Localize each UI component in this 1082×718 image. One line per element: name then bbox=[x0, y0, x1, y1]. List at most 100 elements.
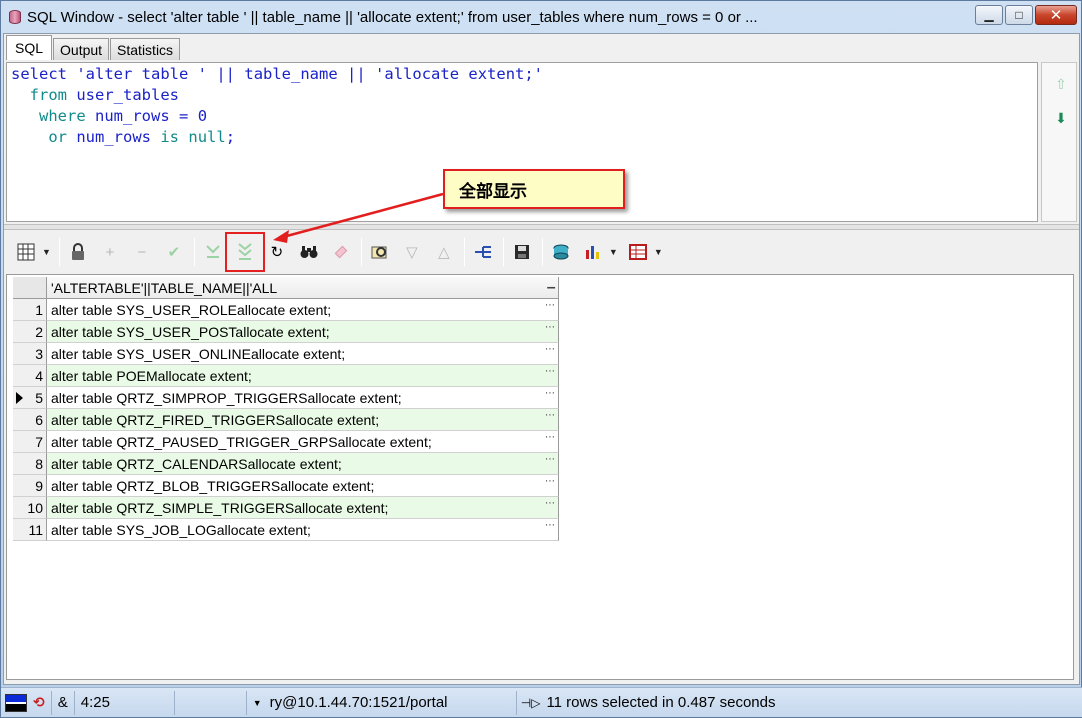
export-icon[interactable] bbox=[549, 240, 573, 264]
maximize-button[interactable]: □ bbox=[1005, 5, 1033, 25]
table-export-icon[interactable] bbox=[626, 240, 650, 264]
row-number-label: 4 bbox=[35, 367, 43, 384]
title-bar[interactable]: SQL Window - select 'alter table ' || ta… bbox=[1, 1, 1081, 33]
grid-cell[interactable]: alter table QRTZ_BLOB_TRIGGERSallocate e… bbox=[47, 475, 559, 497]
cell-editor-icon[interactable]: ⋯ bbox=[545, 476, 555, 487]
tab-statistics[interactable]: Statistics bbox=[110, 38, 181, 60]
table-row[interactable]: 8 alter table QRTZ_CALENDARSallocate exte… bbox=[13, 453, 560, 475]
minimize-button[interactable]: ▁ bbox=[975, 5, 1003, 25]
grid-icon[interactable] bbox=[14, 240, 38, 264]
delete-record-icon[interactable]: − bbox=[130, 240, 154, 264]
row-number[interactable]: 1 bbox=[13, 299, 47, 321]
table-row[interactable]: 10 alter table QRTZ_SIMPLE_TRIGGERSalloca… bbox=[13, 497, 560, 519]
table-row[interactable]: 1 alter table SYS_USER_ROLEallocate exten… bbox=[13, 299, 560, 321]
column-header-label: 'ALTERTABLE'||TABLE_NAME||'ALL bbox=[51, 279, 278, 296]
table-row[interactable]: 9 alter table QRTZ_BLOB_TRIGGERSallocate … bbox=[13, 475, 560, 497]
chart-icon[interactable] bbox=[581, 240, 605, 264]
sql-keyword: is bbox=[160, 128, 180, 146]
cell-editor-icon[interactable]: ⋯ bbox=[545, 344, 555, 355]
grid-cell[interactable]: alter table SYS_USER_ONLINEallocate exte… bbox=[47, 343, 559, 365]
grid-cell[interactable]: alter table QRTZ_FIRED_TRIGGERSallocate … bbox=[47, 409, 559, 431]
status-bar: ⟲ & 4:25 ▼ ry@10.1.44.70:1521/portal ⊣▷ 11… bbox=[1, 687, 1082, 717]
cell-editor-icon[interactable]: ⋯ bbox=[545, 388, 555, 399]
table-row[interactable]: 4 alter table POEMallocate extent; ⋯ bbox=[13, 365, 560, 387]
sql-identifier: num_rows bbox=[76, 128, 151, 146]
cell-editor-icon[interactable]: ⋯ bbox=[545, 454, 555, 465]
row-number[interactable]: 9 bbox=[13, 475, 47, 497]
cell-value: alter table QRTZ_FIRED_TRIGGERSallocate … bbox=[51, 411, 380, 428]
table-row[interactable]: 6 alter table QRTZ_FIRED_TRIGGERSallocate… bbox=[13, 409, 560, 431]
chevron-down-icon[interactable]: ▼ bbox=[253, 698, 262, 708]
next-page-icon[interactable]: ▽ bbox=[400, 240, 424, 264]
add-record-icon[interactable]: + bbox=[98, 240, 122, 264]
chevron-down-icon[interactable]: ▼ bbox=[42, 247, 51, 257]
cell-editor-icon[interactable]: ⋯ bbox=[545, 498, 555, 509]
close-button[interactable]: ✕ bbox=[1035, 5, 1077, 25]
toolbar-separator bbox=[463, 238, 465, 266]
connection-label: ry@10.1.44.70:1521/portal bbox=[269, 694, 448, 711]
grid-cell[interactable]: alter table QRTZ_PAUSED_TRIGGER_GRPSallo… bbox=[47, 431, 559, 453]
database-app-icon bbox=[7, 8, 23, 26]
post-icon[interactable]: ✔ bbox=[162, 240, 186, 264]
table-row[interactable]: 5 alter table QRTZ_SIMPROP_TRIGGERSalloca… bbox=[13, 387, 560, 409]
table-row[interactable]: 2 alter table SYS_USER_POSTallocate exten… bbox=[13, 321, 560, 343]
row-number[interactable]: 5 bbox=[13, 387, 47, 409]
chevron-down-icon[interactable]: ▼ bbox=[609, 247, 618, 257]
arrow-down-icon[interactable]: ⬇ bbox=[1054, 111, 1068, 125]
clear-icon[interactable] bbox=[329, 240, 353, 264]
status-message-box: ⊣▷ 11 rows selected in 0.487 seconds bbox=[517, 691, 782, 715]
grid-cell[interactable]: alter table QRTZ_SIMPLE_TRIGGERSallocate… bbox=[47, 497, 559, 519]
row-number[interactable]: 2 bbox=[13, 321, 47, 343]
arrow-up-icon[interactable]: ⇧ bbox=[1054, 77, 1068, 91]
cell-editor-icon[interactable]: ⋯ bbox=[545, 432, 555, 443]
save-icon[interactable] bbox=[510, 240, 534, 264]
tab-sql[interactable]: SQL bbox=[6, 35, 53, 60]
row-header-corner[interactable] bbox=[13, 277, 47, 299]
sql-string: 'allocate extent;' bbox=[375, 65, 544, 83]
toolbar-separator bbox=[541, 238, 543, 266]
column-menu-icon[interactable]: ▁ bbox=[547, 278, 555, 289]
column-header[interactable]: 'ALTERTABLE'||TABLE_NAME||'ALL ▁ bbox=[47, 277, 559, 299]
cell-value: alter table SYS_USER_POSTallocate extent… bbox=[51, 323, 330, 340]
row-number[interactable]: 4 bbox=[13, 365, 47, 387]
grid-cell[interactable]: alter table SYS_USER_POSTallocate extent… bbox=[47, 321, 559, 343]
row-number[interactable]: 3 bbox=[13, 343, 47, 365]
row-number[interactable]: 7 bbox=[13, 431, 47, 453]
previous-page-icon[interactable]: △ bbox=[432, 240, 456, 264]
sql-identifier: table_name bbox=[244, 65, 338, 83]
lock-icon[interactable] bbox=[66, 240, 90, 264]
refresh-icon[interactable]: ↻ bbox=[265, 240, 289, 264]
row-number-label: 9 bbox=[35, 477, 43, 494]
undo-icon[interactable]: ⟲ bbox=[27, 690, 52, 715]
grid-cell[interactable]: alter table SYS_JOB_LOGallocate extent; ⋯ bbox=[47, 519, 559, 541]
grid-cell[interactable]: alter table QRTZ_CALENDARSallocate exten… bbox=[47, 453, 559, 475]
chevron-down-icon[interactable]: ▼ bbox=[654, 247, 663, 257]
fetch-all-icon[interactable] bbox=[224, 232, 265, 272]
connection-selector[interactable]: ▼ ry@10.1.44.70:1521/portal bbox=[247, 690, 517, 715]
table-row[interactable]: 3 alter table SYS_USER_ONLINEallocate ext… bbox=[13, 343, 560, 365]
grid-cell[interactable]: alter table SYS_USER_ROLEallocate extent… bbox=[47, 299, 559, 321]
grid-cell[interactable]: alter table POEMallocate extent; ⋯ bbox=[47, 365, 559, 387]
cell-editor-icon[interactable]: ⋯ bbox=[545, 520, 555, 531]
grid-cell[interactable]: alter table QRTZ_SIMPROP_TRIGGERSallocat… bbox=[47, 387, 559, 409]
row-number[interactable]: 10 bbox=[13, 497, 47, 519]
cell-editor-icon[interactable]: ⋯ bbox=[545, 366, 555, 377]
connect-icon[interactable] bbox=[471, 240, 495, 264]
cell-editor-icon[interactable]: ⋯ bbox=[545, 300, 555, 311]
splitter[interactable] bbox=[4, 224, 1079, 230]
fetch-next-icon[interactable] bbox=[201, 240, 225, 264]
cell-editor-icon[interactable]: ⋯ bbox=[545, 322, 555, 333]
cell-value: alter table QRTZ_BLOB_TRIGGERSallocate e… bbox=[51, 477, 375, 494]
row-number[interactable]: 6 bbox=[13, 409, 47, 431]
cell-value: alter table SYS_USER_ONLINEallocate exte… bbox=[51, 345, 346, 362]
tab-output[interactable]: Output bbox=[53, 38, 110, 60]
find-icon[interactable] bbox=[297, 240, 321, 264]
cell-editor-icon[interactable]: ⋯ bbox=[545, 410, 555, 421]
table-row[interactable]: 11 alter table SYS_JOB_LOGallocate extent… bbox=[13, 519, 560, 541]
table-row[interactable]: 7 alter table QRTZ_PAUSED_TRIGGER_GRPSall… bbox=[13, 431, 560, 453]
sql-keyword: where bbox=[39, 107, 86, 125]
row-number[interactable]: 8 bbox=[13, 453, 47, 475]
cell-value: alter table QRTZ_SIMPLE_TRIGGERSallocate… bbox=[51, 499, 389, 516]
query-by-example-icon[interactable] bbox=[368, 240, 392, 264]
row-number[interactable]: 11 bbox=[13, 519, 47, 541]
